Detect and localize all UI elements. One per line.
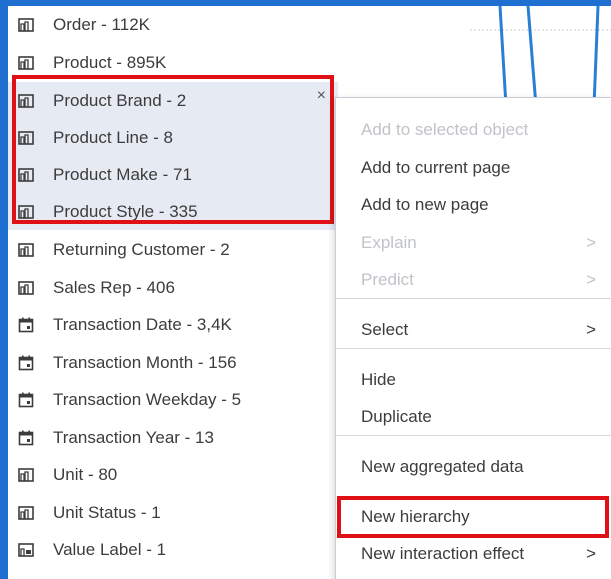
- menu-item-explain[interactable]: Explain >: [336, 225, 611, 261]
- menu-divider: [336, 348, 611, 349]
- menu-item-add-to-current-page[interactable]: Add to current page: [336, 150, 611, 186]
- data-item-returning-customer[interactable]: Returning Customer - 2: [8, 231, 338, 268]
- measure-icon: [18, 241, 40, 259]
- data-item-label: Product Style - 335: [53, 201, 198, 221]
- measure-icon: [18, 504, 40, 522]
- data-pane: Order - 112K Product - 895K Product Bran…: [8, 6, 611, 579]
- data-item-unit[interactable]: Unit - 80: [8, 456, 338, 493]
- data-item-transaction-weekday[interactable]: Transaction Weekday - 5: [8, 381, 338, 418]
- measure-icon: [18, 129, 40, 147]
- calendar-icon: [18, 316, 40, 334]
- data-item-unit-status[interactable]: Unit Status - 1: [8, 494, 338, 531]
- chart-background: [470, 6, 611, 106]
- data-item-label: Transaction Month - 156: [53, 352, 237, 372]
- menu-item-label: New aggregated data: [361, 457, 524, 476]
- menu-item-add-to-selected-object[interactable]: Add to selected object: [336, 112, 611, 148]
- data-item-sales-rep[interactable]: Sales Rep - 406: [8, 269, 338, 306]
- data-item-transaction-month[interactable]: Transaction Month - 156: [8, 344, 338, 381]
- menu-item-add-to-new-page[interactable]: Add to new page: [336, 187, 611, 223]
- menu-item-hide[interactable]: Hide: [336, 362, 611, 398]
- data-item-label: Product - 895K: [53, 52, 167, 72]
- data-item-label: Order - 112K: [53, 14, 151, 34]
- data-item-product-style[interactable]: Product Style - 335: [8, 193, 338, 230]
- data-item-product[interactable]: Product - 895K: [8, 44, 338, 81]
- menu-item-label: Select: [361, 320, 409, 339]
- menu-item-select[interactable]: Select >: [336, 312, 611, 348]
- data-item-label: Unit - 80: [53, 464, 118, 484]
- menu-item-new-aggregated-data[interactable]: New aggregated data: [336, 449, 611, 485]
- menu-item-label: New hierarchy: [361, 507, 470, 526]
- chevron-right-icon: >: [586, 544, 596, 563]
- menu-item-new-interaction-effect[interactable]: New interaction effect >: [336, 536, 611, 572]
- data-item-label: Transaction Date - 3,4K: [53, 314, 232, 334]
- data-item-label: Returning Customer - 2: [53, 239, 230, 259]
- menu-item-label: Explain: [361, 233, 417, 252]
- data-item-label: Product Brand - 2: [53, 90, 187, 110]
- data-item-label: Transaction Year - 13: [53, 427, 214, 447]
- data-item-product-make[interactable]: Product Make - 71: [8, 156, 338, 193]
- chevron-right-icon: >: [586, 233, 596, 252]
- measure-icon: [18, 54, 40, 72]
- data-item-order[interactable]: Order - 112K: [8, 6, 338, 43]
- data-item-label: Product Make - 71: [53, 164, 192, 184]
- label-icon: [18, 541, 40, 559]
- measure-icon: [18, 16, 40, 34]
- menu-item-label: Add to selected object: [361, 120, 529, 139]
- data-item-value-label[interactable]: Value Label - 1: [8, 531, 338, 568]
- calendar-icon: [18, 354, 40, 372]
- data-item-transaction-date[interactable]: Transaction Date - 3,4K: [8, 306, 338, 343]
- data-item-product-line[interactable]: Product Line - 8: [8, 119, 338, 156]
- menu-item-label: Hide: [361, 370, 396, 389]
- measure-icon: [18, 466, 40, 484]
- menu-item-label: Add to new page: [361, 195, 489, 214]
- calendar-icon: [18, 429, 40, 447]
- menu-item-label: Add to current page: [361, 158, 511, 177]
- data-item-label: Sales Rep - 406: [53, 277, 175, 297]
- data-item-label: Product Line - 8: [53, 127, 174, 147]
- menu-item-new-hierarchy[interactable]: New hierarchy: [336, 499, 611, 535]
- menu-item-predict[interactable]: Predict >: [336, 262, 611, 298]
- menu-item-label: Predict: [361, 270, 414, 289]
- menu-item-duplicate[interactable]: Duplicate: [336, 399, 611, 435]
- close-icon[interactable]: ×: [317, 87, 326, 105]
- measure-icon: [18, 279, 40, 297]
- data-item-label: Unit Status - 1: [53, 502, 161, 522]
- context-menu: Add to selected object Add to current pa…: [335, 97, 611, 579]
- measure-icon: [18, 92, 40, 110]
- data-item-label: Transaction Weekday - 5: [53, 389, 242, 409]
- menu-divider: [336, 298, 611, 299]
- data-item-transaction-year[interactable]: Transaction Year - 13: [8, 419, 338, 456]
- measure-icon: [18, 166, 40, 184]
- data-item-product-brand[interactable]: Product Brand - 2 ×: [8, 82, 338, 119]
- menu-item-label: Duplicate: [361, 407, 432, 426]
- measure-icon: [18, 203, 40, 221]
- chevron-right-icon: >: [586, 320, 596, 339]
- chevron-right-icon: >: [586, 270, 596, 289]
- menu-divider: [336, 435, 611, 436]
- data-item-label: Value Label - 1: [53, 539, 167, 559]
- calendar-icon: [18, 391, 40, 409]
- menu-item-label: New interaction effect: [361, 544, 525, 563]
